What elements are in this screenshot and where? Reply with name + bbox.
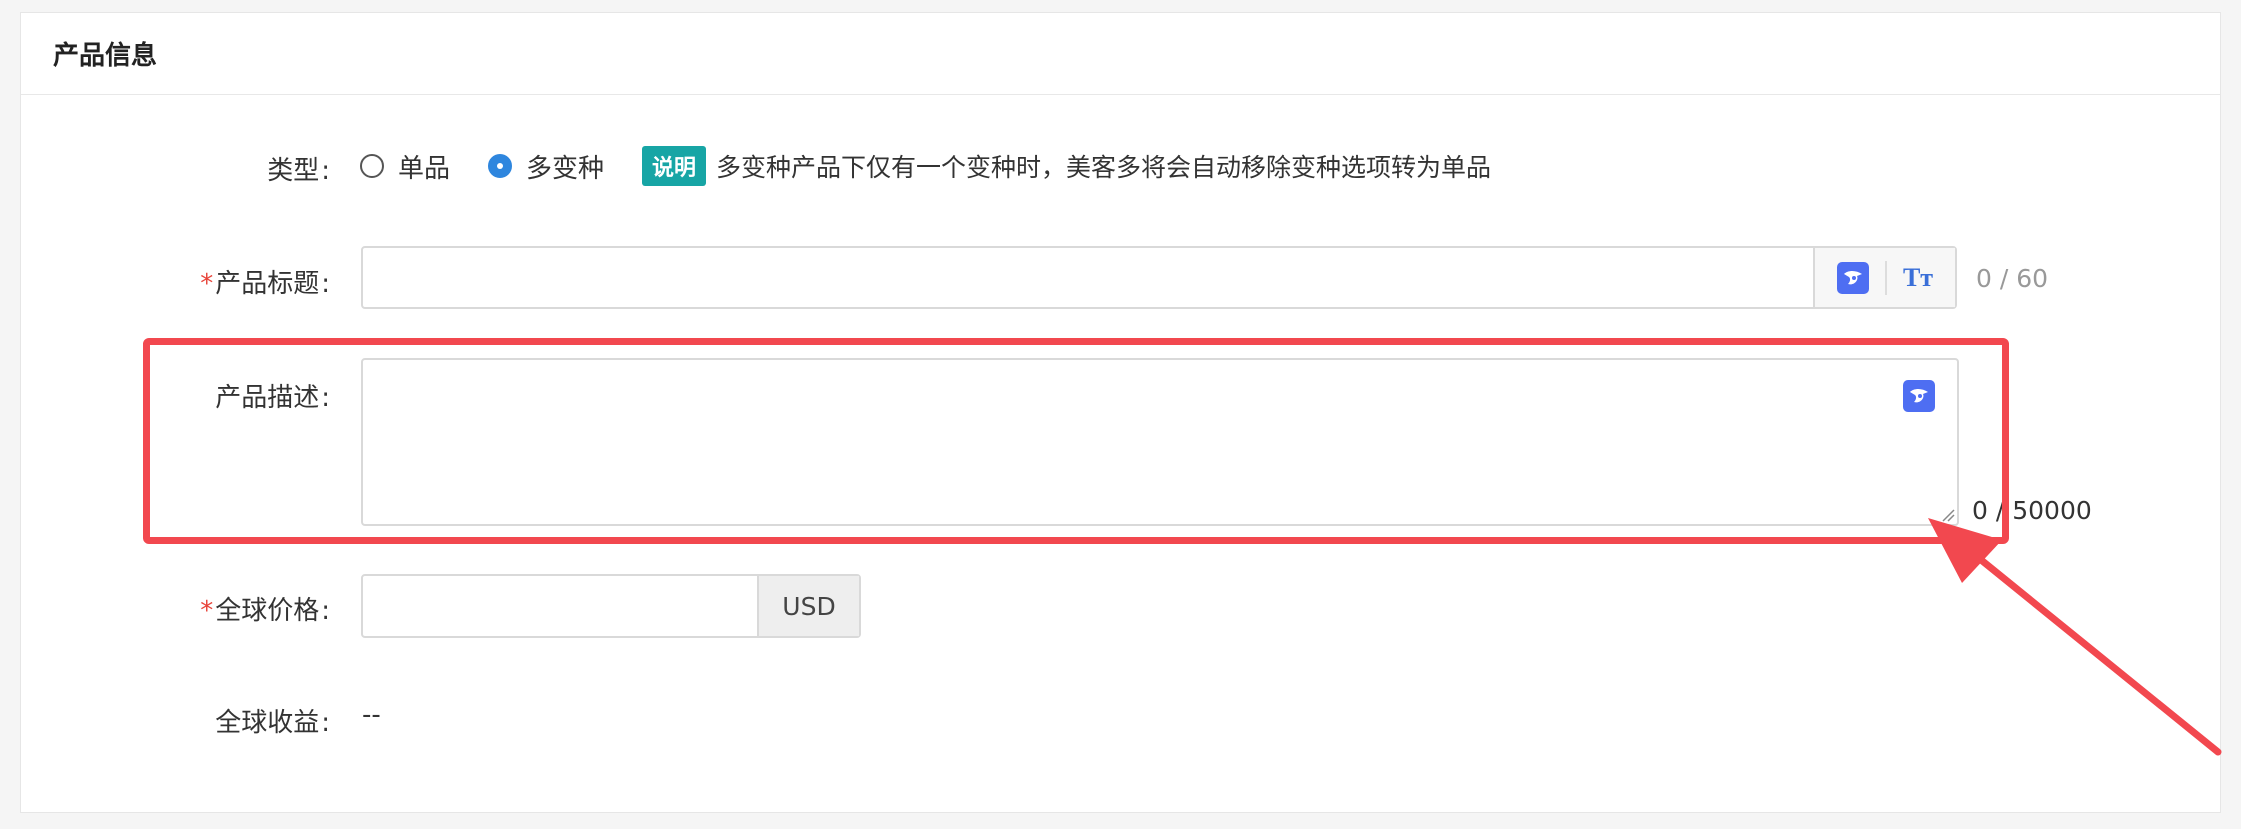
type-colon: : [321, 156, 330, 186]
title-colon: : [321, 269, 330, 299]
type-label: 类型: [30, 150, 330, 187]
note-badge: 说明 [642, 146, 707, 186]
currency-addon: USD [757, 576, 859, 636]
radio-circle-single[interactable] [360, 154, 384, 178]
type-radio-group: 单品 多变种 说明 多变种产品下仅有一个变种时，美客多将会自动移除变种选项转为单… [360, 146, 1492, 186]
product-description-wrap [361, 358, 1959, 526]
ai-assistant-icon[interactable] [1836, 261, 1869, 294]
title-input-addon: Tт [1813, 248, 1955, 307]
radio-circle-multi[interactable] [488, 154, 513, 178]
earning-colon: : [321, 708, 330, 738]
description-label: 产品描述: [30, 377, 330, 414]
title-char-counter: 0 / 60 [1976, 264, 2049, 293]
price-label-text: 全球价格 [215, 596, 320, 626]
type-label-text: 类型 [267, 156, 320, 186]
addon-divider [1884, 260, 1887, 295]
section-title: 产品信息 [21, 13, 2220, 95]
radio-label-multi: 多变种 [526, 153, 605, 184]
price-required-mark: * [200, 596, 214, 626]
global-price-input[interactable] [363, 576, 757, 636]
ai-assistant-icon[interactable] [1903, 380, 1935, 412]
global-price-input-group: USD [361, 574, 861, 638]
product-title-input[interactable] [363, 248, 1813, 307]
type-note: 多变种产品下仅有一个变种时，美客多将会自动移除变种选项转为单品 [716, 153, 1492, 182]
price-colon: : [321, 596, 330, 626]
title-required-mark: * [200, 269, 214, 299]
description-label-text: 产品描述 [215, 383, 320, 413]
product-title-input-group: Tт [361, 246, 1957, 309]
radio-single-item[interactable]: 单品 [360, 148, 450, 185]
resize-handle-icon[interactable] [1939, 506, 1955, 522]
global-earning-value: -- [362, 700, 381, 730]
price-label: *全球价格: [30, 590, 330, 627]
title-label-text: 产品标题 [215, 269, 320, 299]
radio-label-single: 单品 [398, 153, 451, 184]
product-description-textarea[interactable] [363, 360, 1957, 524]
description-colon: : [321, 383, 330, 413]
title-label: *产品标题: [30, 263, 330, 300]
text-size-icon[interactable]: Tт [1903, 263, 1933, 293]
earning-label: 全球收益: [30, 702, 330, 739]
earning-label-text: 全球收益 [215, 708, 320, 738]
description-char-counter: 0 / 50000 [1972, 496, 2092, 525]
radio-multi-variant[interactable]: 多变种 [488, 148, 604, 185]
